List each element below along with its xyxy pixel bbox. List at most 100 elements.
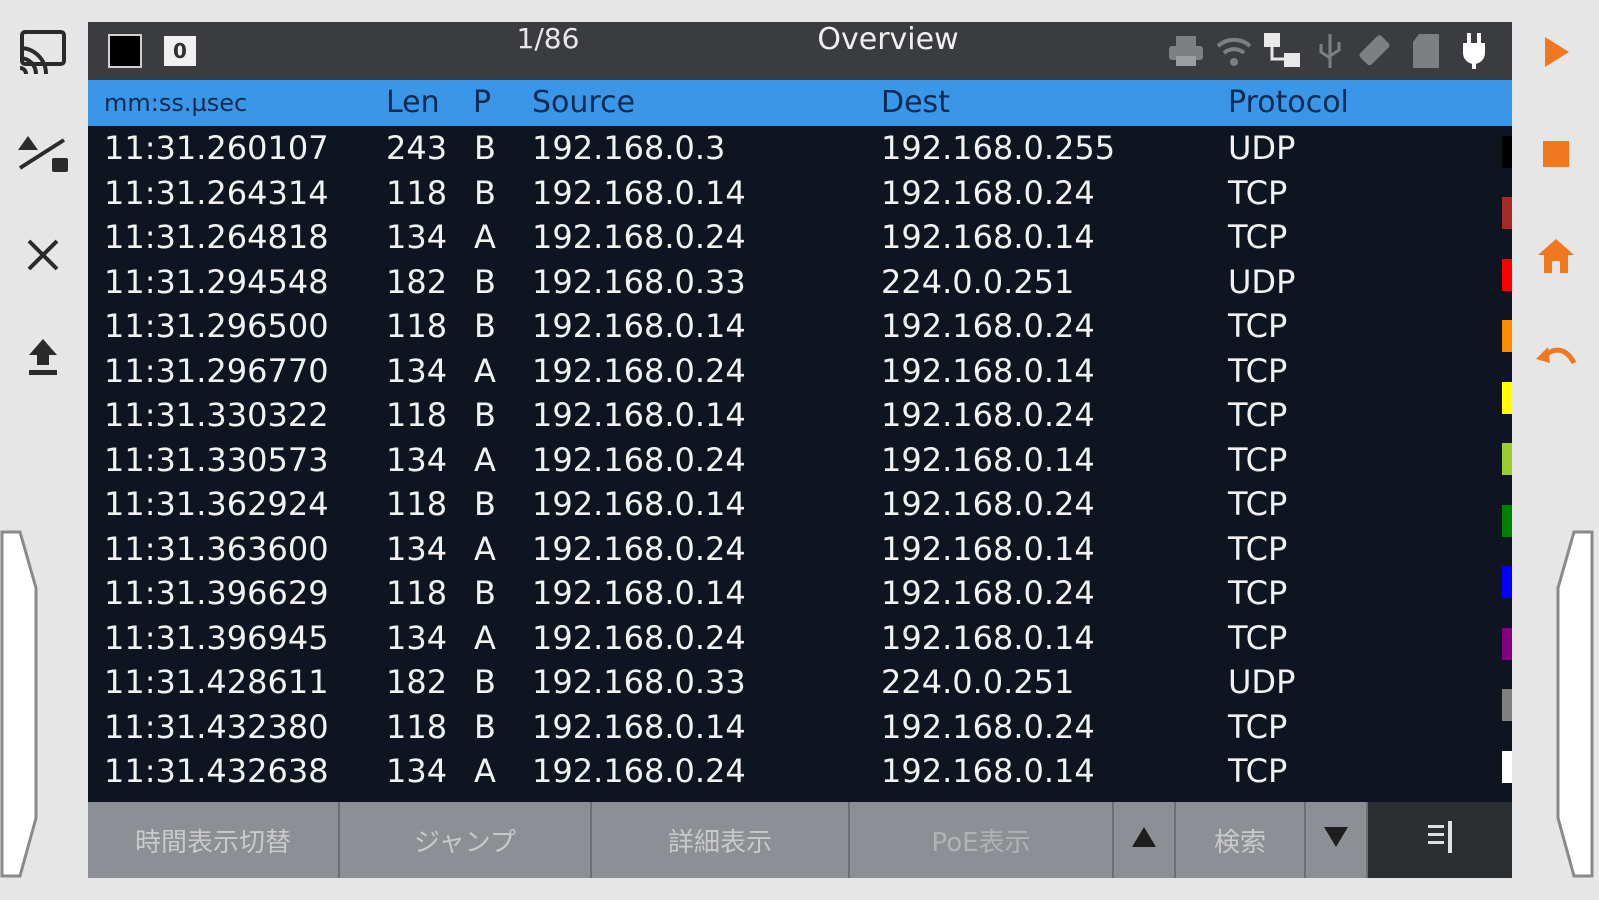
poe-button[interactable]: PoE表示 [850,802,1114,878]
capture-toggle-icon [14,128,72,182]
color-swatch [1502,381,1512,414]
cell-time: 11:31.296500 [104,307,329,345]
cell-source: 192.168.0.24 [532,529,746,568]
color-swatch [1502,443,1512,476]
cell-protocol: TCP [1228,307,1288,345]
cell-len: 243 [386,129,448,167]
cell-time: 11:31.296770 [104,351,329,390]
cell-p: B [474,173,496,212]
table-row[interactable]: 11:31.396629 118 B 192.168.0.14 192.168.0.24… [88,571,1512,616]
upload-button[interactable] [12,328,74,390]
bottom-toolbar: 時間表示切替 ジャンプ 詳細表示 PoE表示 検索 [88,802,1512,878]
table-row[interactable]: 11:31.363600 134 A 192.168.0.24 192.168.0.14… [88,527,1512,572]
cell-protocol: TCP [1228,707,1288,746]
capture-toggle-button[interactable] [12,124,74,186]
left-rail [0,0,86,900]
cell-time: 11:31.363600 [104,529,329,568]
cell-dest: 192.168.0.14 [881,529,1095,568]
cell-time: 11:31.428611 [104,663,329,701]
cell-source: 192.168.0.24 [532,752,746,790]
sd-card-icon [1406,31,1446,71]
col-dest[interactable]: Dest [881,80,950,126]
cell-source: 192.168.0.24 [532,618,746,657]
right-edge-handle[interactable] [1554,528,1594,880]
cell-dest: 192.168.0.255 [881,129,1116,167]
right-rail [1512,0,1599,900]
stop-icon [1541,139,1571,173]
color-swatch [1502,258,1512,291]
table-row[interactable]: 11:31.396945 134 A 192.168.0.24 192.168.0.14… [88,616,1512,661]
cell-source: 192.168.0.3 [532,129,726,167]
cell-time: 11:31.432380 [104,707,329,746]
cell-p: A [474,218,496,256]
cell-p: B [474,396,496,434]
page-title: Overview [817,22,959,57]
cell-len: 118 [386,173,448,212]
table-row[interactable]: 11:31.432380 118 B 192.168.0.14 192.168.0.24… [88,705,1512,750]
search-up-button[interactable] [1114,802,1176,878]
cell-protocol: UDP [1228,663,1296,701]
cell-time: 11:31.432638 [104,752,329,790]
cell-protocol: TCP [1228,351,1288,390]
cell-protocol: TCP [1228,173,1288,212]
cell-p: A [474,529,496,568]
cell-time: 11:31.294548 [104,262,329,301]
table-row[interactable]: 11:31.428611 182 B 192.168.0.33 224.0.0.251 U… [88,660,1512,705]
cast-button[interactable] [12,22,74,84]
search-down-button[interactable] [1306,802,1368,878]
table-row[interactable]: 11:31.432638 134 A 192.168.0.24 192.168.0.14… [88,749,1512,794]
cell-protocol: TCP [1228,529,1288,568]
cell-time: 11:31.330322 [104,396,329,434]
left-edge-handle[interactable] [0,528,40,880]
cell-source: 192.168.0.24 [532,218,746,256]
cell-dest: 224.0.0.251 [881,262,1075,301]
table-row[interactable]: 11:31.362924 118 B 192.168.0.14 192.168.0.24… [88,482,1512,527]
time-toggle-button[interactable]: 時間表示切替 [88,802,340,878]
color-swatch [1502,750,1512,783]
stop-button[interactable] [1528,128,1584,184]
packet-list[interactable]: 11:31.260107 243 B 192.168.0.3 192.168.0.255… [88,126,1512,802]
table-row[interactable]: 11:31.330573 134 A 192.168.0.24 192.168.0.14… [88,438,1512,483]
close-icon [25,237,61,277]
color-strip [1502,126,1512,802]
cell-source: 192.168.0.14 [532,396,746,434]
col-p[interactable]: P [473,80,491,126]
title-bar: 0 1/86 Overview [88,22,1512,80]
cell-len: 118 [386,396,448,434]
cell-time: 11:31.396945 [104,618,329,657]
home-button[interactable] [1528,230,1584,286]
cell-p: B [474,307,496,345]
col-time[interactable]: mm:ss.µsec [104,80,247,126]
table-row[interactable]: 11:31.296770 134 A 192.168.0.24 192.168.0.14… [88,349,1512,394]
menu-button[interactable] [1368,802,1512,878]
table-row[interactable]: 11:31.330322 118 B 192.168.0.14 192.168.0.24… [88,393,1512,438]
play-button[interactable] [1528,26,1584,82]
table-row[interactable]: 11:31.264314 118 B 192.168.0.14 192.168.0.24… [88,171,1512,216]
cell-dest: 192.168.0.24 [881,396,1095,434]
close-button[interactable] [12,226,74,288]
col-source[interactable]: Source [532,80,635,126]
details-button[interactable]: 詳細表示 [592,802,850,878]
cell-p: A [474,440,496,479]
table-row[interactable]: 11:31.294548 182 B 192.168.0.33 224.0.0.251 U… [88,260,1512,305]
status-icons [1166,30,1494,72]
zero-box[interactable]: 0 [164,36,196,66]
color-square[interactable] [108,34,142,68]
cell-time: 11:31.264314 [104,173,329,212]
table-row[interactable]: 11:31.260107 243 B 192.168.0.3 192.168.0.255… [88,126,1512,171]
undo-button[interactable] [1528,332,1584,388]
jump-button[interactable]: ジャンプ [340,802,592,878]
eraser-icon [1358,31,1398,71]
cell-time: 11:31.264818 [104,218,329,256]
menu-list-icon [1426,819,1454,862]
cell-source: 192.168.0.24 [532,440,746,479]
table-row[interactable]: 11:31.296500 118 B 192.168.0.14 192.168.0.24… [88,304,1512,349]
col-protocol[interactable]: Protocol [1228,80,1349,126]
search-button[interactable]: 検索 [1176,802,1306,878]
table-row[interactable]: 11:31.264818 134 A 192.168.0.24 192.168.0.14… [88,215,1512,260]
cell-dest: 192.168.0.24 [881,485,1095,523]
home-icon [1536,237,1576,279]
col-len[interactable]: Len [386,80,440,126]
printer-icon [1166,31,1206,71]
cell-time: 11:31.260107 [104,129,329,167]
